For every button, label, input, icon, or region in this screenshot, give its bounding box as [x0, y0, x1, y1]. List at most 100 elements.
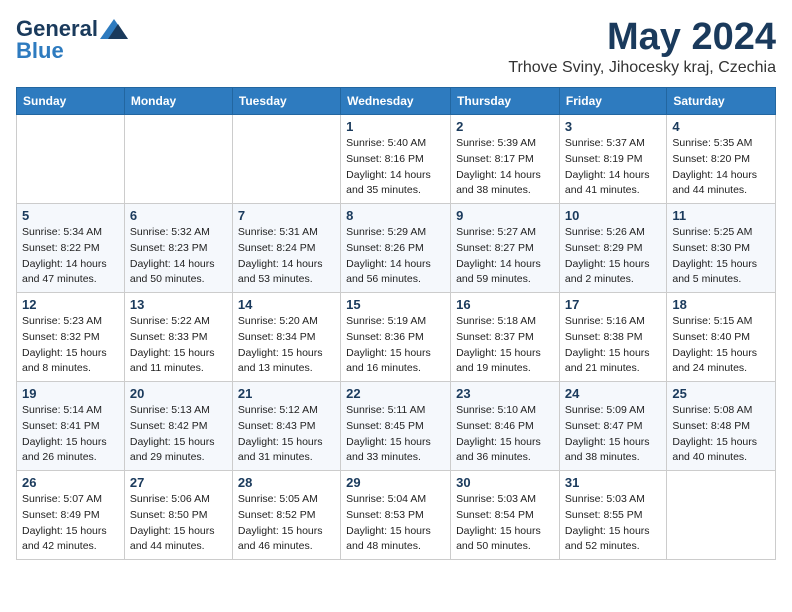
calendar-cell: 13Sunrise: 5:22 AM Sunset: 8:33 PM Dayli…	[124, 293, 232, 382]
day-number: 3	[565, 119, 661, 134]
day-number: 25	[672, 386, 770, 401]
day-number: 14	[238, 297, 335, 312]
day-number: 11	[672, 208, 770, 223]
calendar-cell: 25 Sunrise: 5:08 AM Sunset: 8:48 PM Dayli…	[667, 382, 776, 471]
calendar-cell: 10 Sunrise: 5:26 AM Sunset: 8:29 PM Dayli…	[559, 204, 666, 293]
day-number: 21	[238, 386, 335, 401]
day-info: Sunrise: 5:06 AM Sunset: 8:50 PM Dayligh…	[130, 492, 227, 555]
day-info: Sunrise: 5:14 AM Sunset: 8:41 PM Dayligh…	[22, 403, 119, 466]
calendar-cell: 20 Sunrise: 5:13 AM Sunset: 8:42 PM Dayli…	[124, 382, 232, 471]
weekday-header: Saturday	[667, 88, 776, 115]
day-number: 18	[672, 297, 770, 312]
weekday-header: Sunday	[17, 88, 125, 115]
day-number: 17	[565, 297, 661, 312]
calendar-cell: 12 Sunrise: 5:23 AM Sunset: 8:32 PM Dayli…	[17, 293, 125, 382]
calendar-cell: 1Sunrise: 5:40 AM Sunset: 8:16 PM Daylig…	[341, 115, 451, 204]
day-number: 27	[130, 475, 227, 490]
day-number: 8	[346, 208, 445, 223]
day-info: Sunrise: 5:18 AM Sunset: 8:37 PM Dayligh…	[456, 314, 554, 377]
day-number: 23	[456, 386, 554, 401]
calendar-cell	[124, 115, 232, 204]
day-info: Sunrise: 5:15 AM Sunset: 8:40 PM Dayligh…	[672, 314, 770, 377]
weekday-header: Monday	[124, 88, 232, 115]
day-number: 6	[130, 208, 227, 223]
day-number: 1	[346, 119, 445, 134]
day-number: 9	[456, 208, 554, 223]
calendar-cell: 22 Sunrise: 5:11 AM Sunset: 8:45 PM Dayli…	[341, 382, 451, 471]
day-number: 7	[238, 208, 335, 223]
calendar-week-row: 5Sunrise: 5:34 AM Sunset: 8:22 PM Daylig…	[17, 204, 776, 293]
calendar-cell: 14 Sunrise: 5:20 AM Sunset: 8:34 PM Dayli…	[232, 293, 340, 382]
day-info: Sunrise: 5:03 AM Sunset: 8:55 PM Dayligh…	[565, 492, 661, 555]
calendar-cell: 17 Sunrise: 5:16 AM Sunset: 8:38 PM Dayli…	[559, 293, 666, 382]
weekday-header: Tuesday	[232, 88, 340, 115]
day-number: 30	[456, 475, 554, 490]
calendar-cell: 8 Sunrise: 5:29 AM Sunset: 8:26 PM Daylig…	[341, 204, 451, 293]
weekday-header: Friday	[559, 88, 666, 115]
day-number: 10	[565, 208, 661, 223]
title-block: May 2024 Trhove Sviny, Jihocesky kraj, C…	[508, 16, 776, 77]
day-info: Sunrise: 5:08 AM Sunset: 8:48 PM Dayligh…	[672, 403, 770, 466]
day-number: 20	[130, 386, 227, 401]
calendar-cell: 6 Sunrise: 5:32 AM Sunset: 8:23 PM Daylig…	[124, 204, 232, 293]
day-number: 12	[22, 297, 119, 312]
day-number: 24	[565, 386, 661, 401]
calendar-cell: 9 Sunrise: 5:27 AM Sunset: 8:27 PM Daylig…	[451, 204, 560, 293]
day-number: 16	[456, 297, 554, 312]
logo-blue: Blue	[16, 38, 64, 64]
day-info: Sunrise: 5:13 AM Sunset: 8:42 PM Dayligh…	[130, 403, 227, 466]
calendar-cell: 15 Sunrise: 5:19 AM Sunset: 8:36 PM Dayli…	[341, 293, 451, 382]
day-number: 22	[346, 386, 445, 401]
calendar-cell	[667, 471, 776, 560]
calendar-cell: 24 Sunrise: 5:09 AM Sunset: 8:47 PM Dayli…	[559, 382, 666, 471]
page-header: General Blue May 2024 Trhove Sviny, Jiho…	[16, 16, 776, 77]
calendar-table: SundayMondayTuesdayWednesdayThursdayFrid…	[16, 87, 776, 560]
logo-icon	[100, 19, 128, 39]
calendar-cell: 26Sunrise: 5:07 AM Sunset: 8:49 PM Dayli…	[17, 471, 125, 560]
day-info: Sunrise: 5:09 AM Sunset: 8:47 PM Dayligh…	[565, 403, 661, 466]
day-number: 15	[346, 297, 445, 312]
calendar-cell: 27 Sunrise: 5:06 AM Sunset: 8:50 PM Dayli…	[124, 471, 232, 560]
day-info: Sunrise: 5:27 AM Sunset: 8:27 PM Dayligh…	[456, 225, 554, 288]
calendar-header-row: SundayMondayTuesdayWednesdayThursdayFrid…	[17, 88, 776, 115]
title-month: May 2024	[508, 16, 776, 59]
day-info: Sunrise: 5:23 AM Sunset: 8:32 PM Dayligh…	[22, 314, 119, 377]
calendar-week-row: 12 Sunrise: 5:23 AM Sunset: 8:32 PM Dayli…	[17, 293, 776, 382]
weekday-header: Wednesday	[341, 88, 451, 115]
calendar-cell	[232, 115, 340, 204]
day-info: Sunrise: 5:39 AM Sunset: 8:17 PM Dayligh…	[456, 136, 554, 199]
day-info: Sunrise: 5:31 AM Sunset: 8:24 PM Dayligh…	[238, 225, 335, 288]
calendar-cell: 29Sunrise: 5:04 AM Sunset: 8:53 PM Dayli…	[341, 471, 451, 560]
calendar-cell: 16 Sunrise: 5:18 AM Sunset: 8:37 PM Dayli…	[451, 293, 560, 382]
day-number: 28	[238, 475, 335, 490]
day-info: Sunrise: 5:20 AM Sunset: 8:34 PM Dayligh…	[238, 314, 335, 377]
calendar-cell: 4Sunrise: 5:35 AM Sunset: 8:20 PM Daylig…	[667, 115, 776, 204]
day-info: Sunrise: 5:19 AM Sunset: 8:36 PM Dayligh…	[346, 314, 445, 377]
day-info: Sunrise: 5:16 AM Sunset: 8:38 PM Dayligh…	[565, 314, 661, 377]
calendar-cell: 19 Sunrise: 5:14 AM Sunset: 8:41 PM Dayli…	[17, 382, 125, 471]
day-number: 19	[22, 386, 119, 401]
calendar-week-row: 26Sunrise: 5:07 AM Sunset: 8:49 PM Dayli…	[17, 471, 776, 560]
calendar-cell: 7 Sunrise: 5:31 AM Sunset: 8:24 PM Daylig…	[232, 204, 340, 293]
day-number: 31	[565, 475, 661, 490]
day-number: 13	[130, 297, 227, 312]
day-info: Sunrise: 5:03 AM Sunset: 8:54 PM Dayligh…	[456, 492, 554, 555]
calendar-cell: 23 Sunrise: 5:10 AM Sunset: 8:46 PM Dayli…	[451, 382, 560, 471]
calendar-cell: 21 Sunrise: 5:12 AM Sunset: 8:43 PM Dayli…	[232, 382, 340, 471]
day-info: Sunrise: 5:37 AM Sunset: 8:19 PM Dayligh…	[565, 136, 661, 199]
calendar-cell: 5Sunrise: 5:34 AM Sunset: 8:22 PM Daylig…	[17, 204, 125, 293]
calendar-cell	[17, 115, 125, 204]
day-info: Sunrise: 5:11 AM Sunset: 8:45 PM Dayligh…	[346, 403, 445, 466]
day-info: Sunrise: 5:26 AM Sunset: 8:29 PM Dayligh…	[565, 225, 661, 288]
calendar-week-row: 1Sunrise: 5:40 AM Sunset: 8:16 PM Daylig…	[17, 115, 776, 204]
day-number: 29	[346, 475, 445, 490]
day-info: Sunrise: 5:34 AM Sunset: 8:22 PM Dayligh…	[22, 225, 119, 288]
day-info: Sunrise: 5:29 AM Sunset: 8:26 PM Dayligh…	[346, 225, 445, 288]
day-info: Sunrise: 5:35 AM Sunset: 8:20 PM Dayligh…	[672, 136, 770, 199]
calendar-cell: 18 Sunrise: 5:15 AM Sunset: 8:40 PM Dayli…	[667, 293, 776, 382]
day-info: Sunrise: 5:10 AM Sunset: 8:46 PM Dayligh…	[456, 403, 554, 466]
day-info: Sunrise: 5:32 AM Sunset: 8:23 PM Dayligh…	[130, 225, 227, 288]
day-info: Sunrise: 5:05 AM Sunset: 8:52 PM Dayligh…	[238, 492, 335, 555]
day-info: Sunrise: 5:12 AM Sunset: 8:43 PM Dayligh…	[238, 403, 335, 466]
calendar-cell: 31 Sunrise: 5:03 AM Sunset: 8:55 PM Dayli…	[559, 471, 666, 560]
